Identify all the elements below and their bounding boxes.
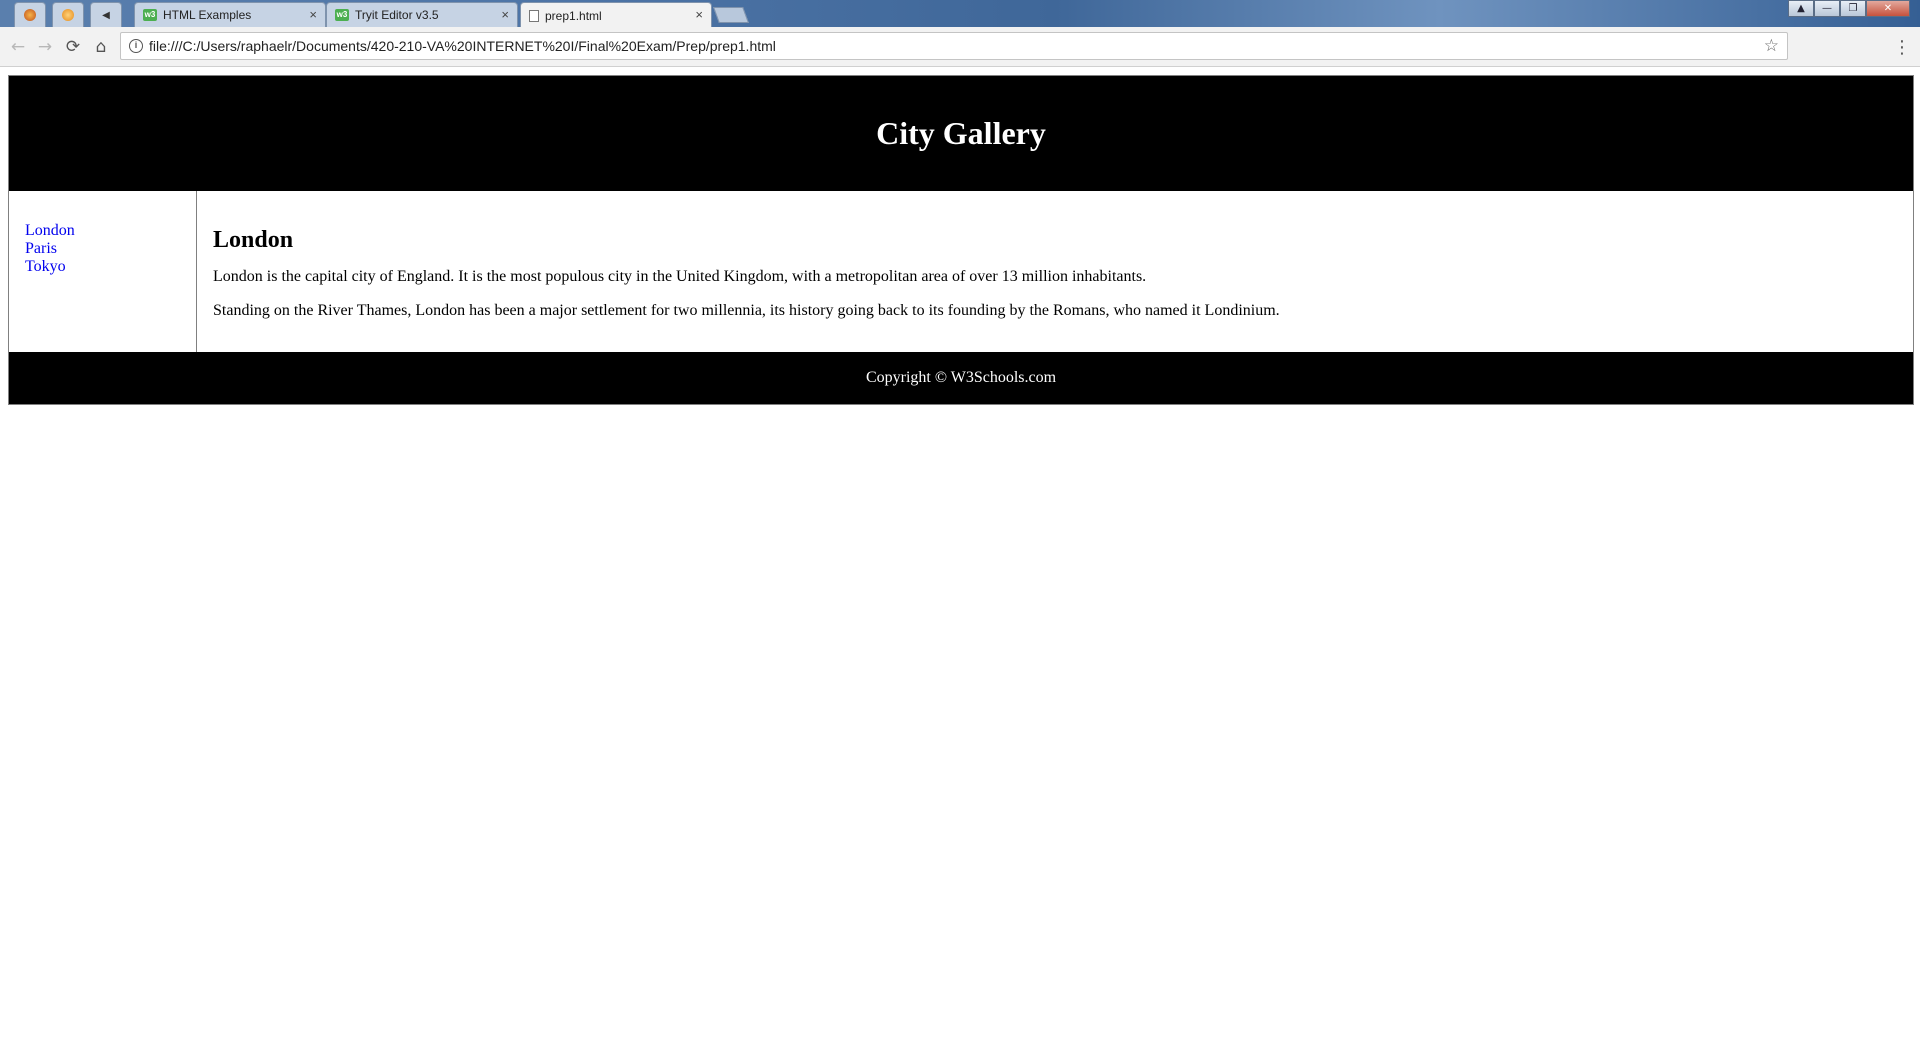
bookmark-star-icon[interactable]: ☆ [1764,36,1779,56]
document-icon [529,9,539,22]
maximize-button[interactable]: ❐ [1840,0,1866,17]
tab-tryit-editor[interactable]: w3 Tryit Editor v3.5 × [326,2,518,27]
info-icon[interactable]: i [129,39,143,53]
footer-copyright: Copyright © W3Schools.com [865,369,1057,386]
article-heading: London [213,227,294,253]
back-icon[interactable]: ← [6,35,30,59]
page-title: City Gallery [876,115,1046,151]
pinned-tab-icon [62,9,74,21]
audio-icon: ◀ [102,9,110,21]
tab-prep1[interactable]: prep1.html × [520,2,712,27]
nav-link-london[interactable]: London [25,222,180,240]
page-layout-table: City Gallery London Paris Tokyo London L… [8,75,1914,405]
w3schools-icon: w3 [143,9,157,21]
w3schools-icon: w3 [335,9,349,21]
page-header: City Gallery [8,75,1914,191]
home-icon[interactable]: ⌂ [89,35,113,59]
side-nav: London Paris Tokyo [8,191,197,352]
article-paragraph-2: Standing on the River Thames, London has… [213,302,1280,319]
tab-strip: ◀ w3 HTML Examples × w3 Tryit Editor v3.… [0,0,1920,27]
tab-label: Tryit Editor v3.5 [355,8,439,22]
pinned-tab-2[interactable] [52,2,84,27]
nav-link-paris[interactable]: Paris [25,240,180,258]
pinned-tab-icon [24,9,36,21]
tab-label: HTML Examples [163,8,252,22]
pinned-tab-3[interactable]: ◀ [90,2,122,27]
address-bar[interactable]: i ☆ [120,32,1788,60]
window-close-button[interactable]: ✕ [1866,0,1910,17]
new-tab-button[interactable] [713,7,749,23]
forward-icon[interactable]: → [33,35,57,59]
article-paragraph-1: London is the capital city of England. I… [213,268,1147,285]
reload-icon[interactable]: ⟳ [61,35,85,59]
article-section: London London is the capital city of Eng… [197,191,1914,352]
page-footer: Copyright © W3Schools.com [8,352,1914,405]
close-icon[interactable]: × [695,7,703,23]
close-icon[interactable]: × [309,7,317,23]
nav-link-tokyo[interactable]: Tokyo [25,258,180,276]
user-icon[interactable]: ▲ [1788,0,1814,17]
tab-label: prep1.html [545,8,602,23]
close-icon[interactable]: × [501,7,509,23]
browser-toolbar: ← → ⟳ ⌂ i ☆ ⋮ [0,27,1920,67]
page-viewport: City Gallery London Paris Tokyo London L… [0,67,1920,1040]
url-input[interactable] [149,33,1749,59]
pinned-tab-1[interactable] [14,2,46,27]
menu-icon[interactable]: ⋮ [1893,35,1911,59]
minimize-button[interactable]: — [1814,0,1840,17]
tab-html-examples[interactable]: w3 HTML Examples × [134,2,326,27]
